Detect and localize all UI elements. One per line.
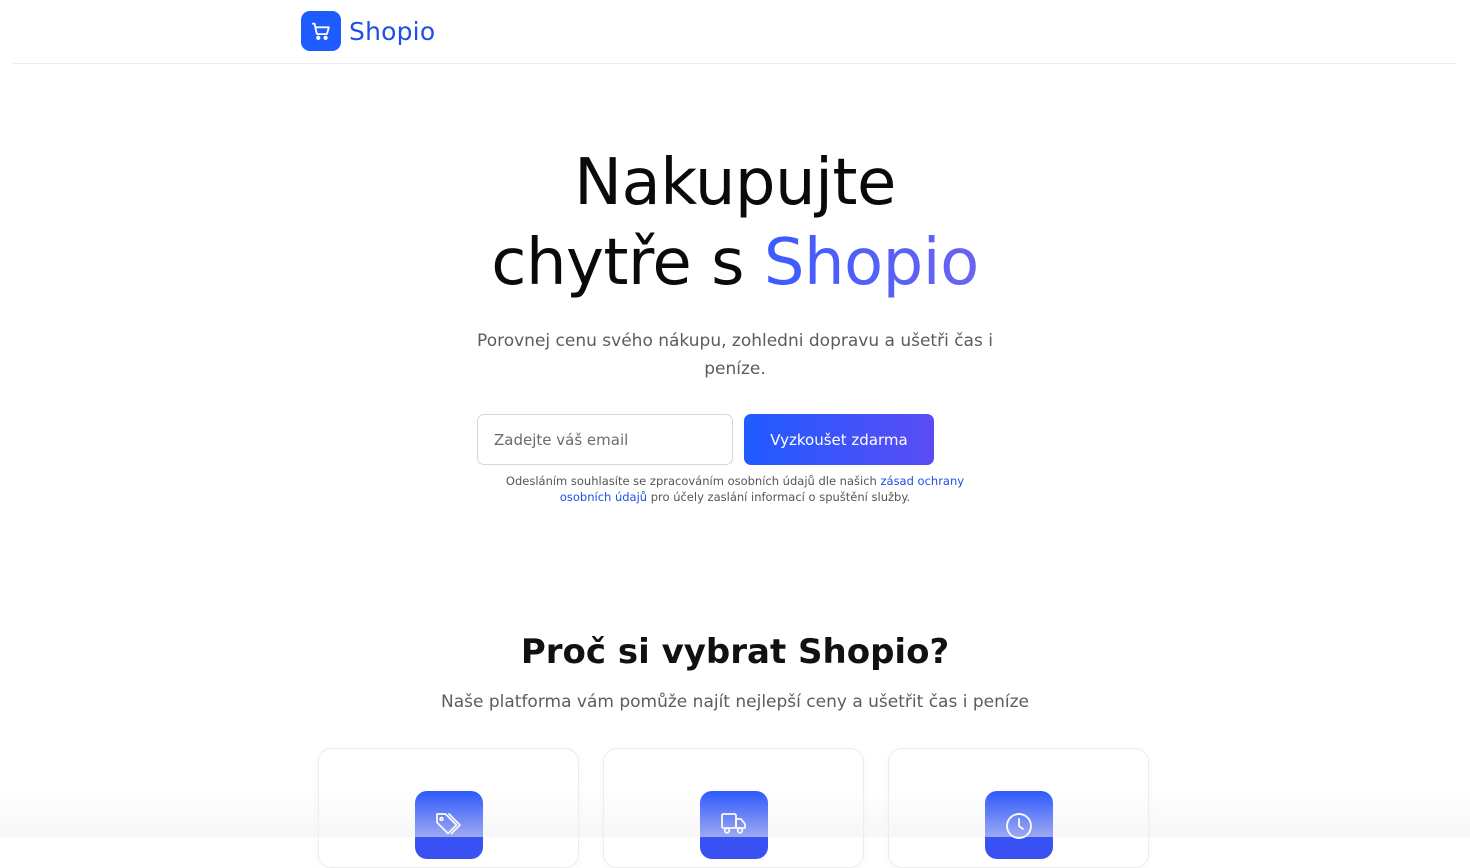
truck-icon (700, 791, 768, 859)
clock-icon (985, 791, 1053, 859)
tags-icon (415, 791, 483, 859)
cart-icon (301, 11, 341, 51)
feature-card-time (888, 748, 1149, 868)
hero-title-line1: Nakupujte (574, 146, 896, 220)
top-header: Shopio (13, 0, 1456, 64)
feature-card-prices (318, 748, 579, 868)
hero-title-accent: Shopio (763, 226, 979, 300)
features-subtitle: Naše platforma vám pomůže najít nejlepší… (441, 692, 1029, 712)
hero-title-line2: chytře s (491, 226, 744, 300)
brand-name: Shopio (349, 16, 436, 46)
consent-prefix: Odesláním souhlasíte se zpracováním osob… (505, 474, 877, 488)
hero-title: Nakupujte chytře s Shopio (0, 143, 1470, 303)
brand-logo[interactable]: Shopio (301, 11, 435, 51)
hero-subtitle: Porovnej cenu svého nákupu, zohledni dop… (477, 331, 993, 379)
consent-suffix: pro účely zaslání informací o spuštění s… (650, 490, 911, 504)
feature-card-delivery (603, 748, 864, 868)
consent-note: Odesláním souhlasíte se zpracováním osob… (495, 473, 975, 505)
features-title: Proč si vybrat Shopio? (520, 632, 950, 672)
try-free-button[interactable]: Vyzkoušet zdarma (744, 414, 934, 465)
email-input[interactable] (477, 414, 733, 465)
